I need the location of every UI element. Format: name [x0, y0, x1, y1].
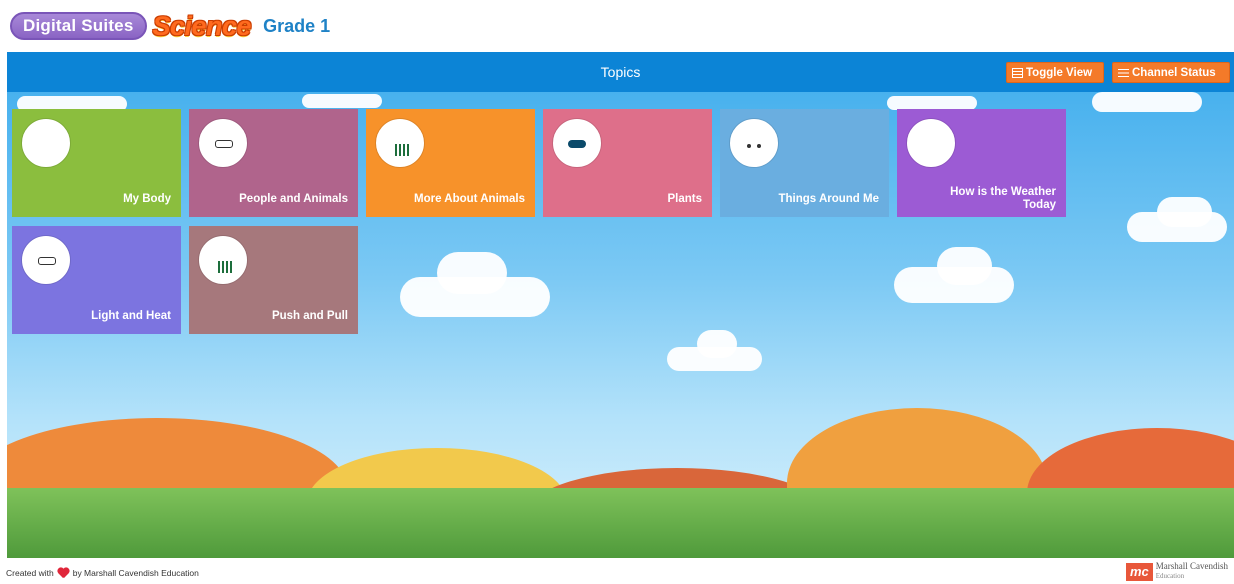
toggle-view-button[interactable]: Toggle View [1006, 62, 1104, 83]
cloud [887, 96, 977, 110]
cloud [1092, 92, 1202, 112]
footer-credit: Created with by Marshall Cavendish Educa… [6, 568, 199, 578]
brand-logo[interactable]: mc Marshall Cavendish Education [1125, 562, 1228, 581]
topic-label: My Body [123, 193, 171, 205]
channel-status-button[interactable]: Channel Status [1112, 62, 1230, 83]
bee-mascot-icon [907, 119, 955, 167]
brand-sub-text: Education [1155, 572, 1185, 580]
footer-created-with: Created with [6, 568, 54, 578]
list-icon [1118, 68, 1129, 78]
green-mascot-icon [199, 236, 247, 284]
topic-tile-push-and-pull[interactable]: Push and Pull [189, 226, 358, 334]
footer-by: by Marshall Cavendish Education [72, 568, 199, 578]
channel-status-label: Channel Status [1132, 66, 1216, 79]
topic-tile-things-around-me[interactable]: Things Around Me [720, 109, 889, 217]
cloud [302, 94, 382, 108]
yellow-robot-mascot-icon [22, 236, 70, 284]
cloud [1157, 197, 1212, 227]
topic-label: Plants [667, 193, 702, 205]
cloud [697, 330, 737, 358]
topic-tile-people-and-animals[interactable]: People and Animals [189, 109, 358, 217]
topic-tile-light-and-heat[interactable]: Light and Heat [12, 226, 181, 334]
topic-tile-how-is-the-weather-today[interactable]: How is the Weather Today [897, 109, 1066, 217]
yellow-robot-mascot-icon [199, 119, 247, 167]
bee-mascot-icon [22, 119, 70, 167]
heart-icon [57, 568, 70, 578]
topics-bar: Topics Toggle View Channel Status [7, 52, 1234, 92]
brand-name: Marshall Cavendish Education [1156, 562, 1228, 581]
topic-label: Light and Heat [91, 310, 171, 322]
cloud [937, 247, 992, 285]
topic-label: People and Animals [239, 193, 348, 205]
topic-label: Push and Pull [271, 310, 348, 322]
topic-tile-my-body[interactable]: My Body [12, 109, 181, 217]
topic-label: How is the Weather Today [950, 186, 1056, 211]
ground [7, 488, 1234, 558]
grade-label: Grade 1 [263, 15, 331, 36]
background-scene: My Body People and Animals More About An… [7, 92, 1234, 558]
app-header: Digital Suites Science Grade 1 [0, 0, 1234, 52]
blue-mascot-icon [553, 119, 601, 167]
topic-label: Things Around Me [778, 193, 879, 205]
topic-tile-plants[interactable]: Plants [543, 109, 712, 217]
topic-tile-more-about-animals[interactable]: More About Animals [366, 109, 535, 217]
science-logo[interactable]: Science [153, 11, 252, 41]
cloud [437, 252, 507, 294]
topic-label: More About Animals [414, 193, 525, 205]
toggle-view-label: Toggle View [1026, 66, 1093, 79]
pink-mascot-icon [730, 119, 778, 167]
green-mascot-icon [376, 119, 424, 167]
grid-view-icon [1012, 67, 1023, 78]
brand-name-text: Marshall Cavendish [1155, 561, 1228, 571]
digital-suites-logo[interactable]: Digital Suites [10, 12, 147, 40]
mc-logo-mark: mc [1125, 562, 1153, 581]
